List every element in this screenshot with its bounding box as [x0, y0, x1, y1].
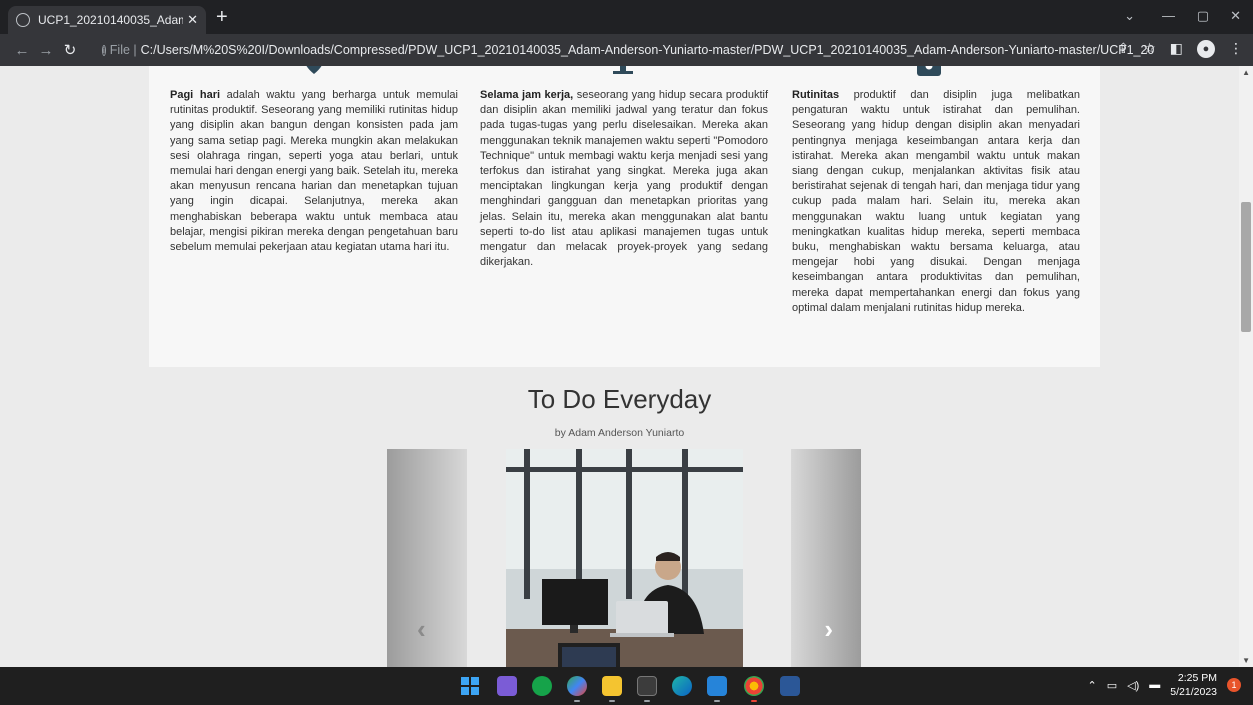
tab-close-icon[interactable]: ✕ — [187, 12, 198, 28]
address-url[interactable]: C:/Users/M%20S%20I/Downloads/Compressed/… — [141, 43, 1155, 57]
edge-icon[interactable] — [672, 676, 692, 696]
taskbar-running-indicator — [714, 700, 720, 702]
carousel-next-icon[interactable]: › — [824, 614, 833, 645]
page-viewport: Pagi hari adalah waktu yang berharga unt… — [0, 66, 1253, 667]
close-window-button[interactable]: ✕ — [1230, 8, 1241, 24]
new-tab-button[interactable]: + — [216, 7, 228, 27]
minimize-button[interactable]: — — [1162, 8, 1175, 23]
work-paragraph: Selama jam kerja, seseorang yang hidup s… — [480, 88, 768, 270]
info-icon[interactable]: i — [102, 44, 106, 56]
screen-capture-icon[interactable] — [497, 676, 517, 696]
battery-icon[interactable]: ▬ — [1149, 679, 1160, 691]
xbox-icon[interactable] — [532, 676, 552, 696]
rest-text: produktif dan disiplin juga melibatkan p… — [792, 89, 1080, 314]
bookmark-star-icon[interactable]: ☆ — [1143, 40, 1156, 58]
taskbar-running-indicator — [644, 700, 650, 702]
section-subtitle: by Adam Anderson Yuniarto — [554, 427, 685, 439]
windows-taskbar: ⌃ ▭ ◁) ▬ 2:25 PM 5/21/2023 1 — [0, 667, 1253, 705]
browser-tab[interactable]: UCP1_20210140035_Adam Ande ✕ — [8, 6, 206, 34]
map-marker-icon — [306, 66, 322, 74]
maximize-button[interactable]: ▢ — [1197, 8, 1209, 24]
work-text: seseorang yang hidup secara produktif da… — [480, 89, 769, 269]
morning-paragraph: Pagi hari adalah waktu yang berharga unt… — [170, 88, 458, 255]
scroll-up-icon[interactable]: ▲ — [1242, 68, 1250, 77]
tree-icon — [613, 66, 633, 74]
scroll-thumb[interactable] — [1241, 202, 1251, 332]
address-bar[interactable]: i File | C:/Users/M%20S%20I/Downloads/Co… — [96, 38, 1155, 62]
chrome-canary-icon[interactable] — [567, 676, 587, 696]
windows-start-icon[interactable] — [460, 676, 480, 696]
address-prefix: File | — [109, 43, 137, 57]
morning-text: adalah waktu yang berharga untuk memulai… — [170, 89, 458, 254]
profile-avatar[interactable]: ● — [1197, 40, 1215, 58]
vscode-icon[interactable] — [707, 676, 727, 696]
section-title: To Do Everyday — [527, 384, 712, 414]
terminal-icon[interactable] — [637, 676, 657, 696]
taskbar-running-indicator — [751, 700, 757, 702]
clock-date: 5/21/2023 — [1170, 686, 1217, 698]
routine-section: Pagi hari adalah waktu yang berharga unt… — [149, 66, 1100, 367]
camera-icon — [917, 66, 941, 76]
scroll-down-icon[interactable]: ▼ — [1242, 656, 1250, 665]
page-scrollbar[interactable]: ▲ ▼ — [1239, 66, 1253, 667]
carousel-prev-panel[interactable] — [387, 449, 467, 667]
share-icon[interactable]: ⇪ — [1117, 40, 1129, 58]
chevron-up-icon[interactable]: ⌃ — [1088, 679, 1097, 692]
chrome-icon[interactable] — [744, 676, 764, 696]
word-icon[interactable] — [780, 676, 800, 696]
system-tray: ⌃ ▭ ◁) ▬ 2:25 PM 5/21/2023 1 — [1088, 671, 1241, 699]
morning-heading: Pagi hari — [170, 89, 221, 101]
forward-button[interactable]: → — [34, 42, 58, 59]
carousel-prev-icon[interactable]: ‹ — [417, 614, 426, 645]
display-icon[interactable]: ▭ — [1107, 679, 1117, 692]
browser-tab-strip: UCP1_20210140035_Adam Ande ✕ + ⌄ — ▢ ✕ — [0, 0, 1253, 34]
notification-badge[interactable]: 1 — [1227, 678, 1241, 692]
image-carousel: ‹ › — [387, 449, 861, 667]
carousel-photo — [506, 449, 743, 667]
browser-toolbar: ← → ↻ i File | C:/Users/M%20S%20I/Downlo… — [0, 34, 1253, 66]
taskbar-running-indicator — [609, 700, 615, 702]
taskbar-running-indicator — [574, 700, 580, 702]
tab-search-icon[interactable]: ⌄ — [1124, 8, 1135, 24]
clock-time: 2:25 PM — [1177, 672, 1217, 684]
taskbar-clock[interactable]: 2:25 PM 5/21/2023 — [1170, 671, 1217, 699]
file-explorer-icon[interactable] — [602, 676, 622, 696]
volume-icon[interactable]: ◁) — [1127, 679, 1139, 692]
menu-icon[interactable]: ⋮ — [1229, 40, 1243, 58]
globe-icon — [16, 13, 30, 27]
back-button[interactable]: ← — [10, 42, 34, 59]
rest-paragraph: Rutinitas produktif dan disiplin juga me… — [792, 88, 1080, 316]
reload-button[interactable]: ↻ — [58, 41, 82, 59]
side-panel-icon[interactable]: ◧ — [1170, 40, 1183, 58]
work-heading: Selama jam kerja, — [480, 89, 574, 101]
rest-heading: Rutinitas — [792, 89, 840, 101]
tab-title: UCP1_20210140035_Adam Ande — [38, 13, 184, 27]
